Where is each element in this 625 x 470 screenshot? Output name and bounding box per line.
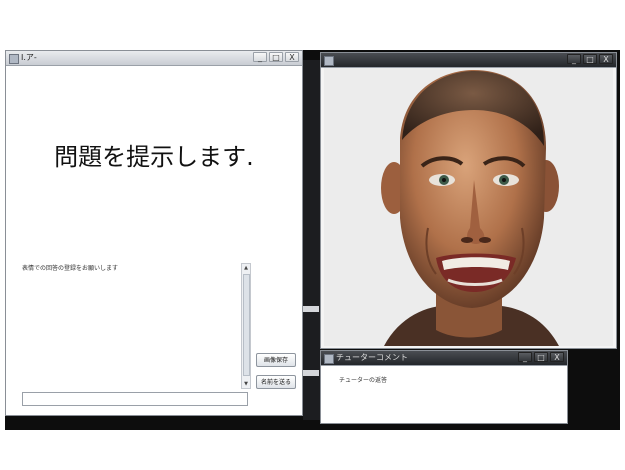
window-divider bbox=[303, 60, 320, 420]
comment-window: チューターコメント _ □ X チューターの返答 bbox=[320, 350, 568, 424]
maximize-button[interactable]: □ bbox=[269, 52, 283, 62]
minimize-button[interactable]: _ bbox=[253, 52, 267, 62]
log-scrollbar[interactable]: ▲ ▼ bbox=[241, 263, 251, 389]
face-window-titlebar[interactable]: _ □ X bbox=[321, 53, 616, 68]
divider-highlight bbox=[303, 370, 319, 376]
close-button[interactable]: X bbox=[550, 352, 564, 362]
problem-heading: 問題を提示します. bbox=[54, 143, 254, 171]
maximize-button[interactable]: □ bbox=[534, 352, 548, 362]
face-window: _ □ X bbox=[320, 52, 617, 349]
minimize-button[interactable]: _ bbox=[567, 54, 581, 64]
problem-window-title: Ⅰ.ア- bbox=[21, 53, 37, 62]
close-button[interactable]: X bbox=[599, 54, 613, 64]
problem-window: Ⅰ.ア- _ □ X 問題を提示します. 表情での回答の登録をお願いします ▲ … bbox=[5, 50, 303, 416]
smiling-face-icon bbox=[324, 68, 613, 346]
scroll-down-arrow-icon[interactable]: ▼ bbox=[242, 380, 250, 388]
app-icon bbox=[324, 56, 334, 66]
comment-window-titlebar[interactable]: チューターコメント _ □ X bbox=[321, 351, 567, 366]
answer-input[interactable] bbox=[22, 392, 248, 406]
log-text-area[interactable]: 表情での回答の登録をお願いします bbox=[16, 261, 248, 389]
scroll-up-arrow-icon[interactable]: ▲ bbox=[242, 264, 250, 272]
scroll-thumb[interactable] bbox=[243, 274, 250, 376]
problem-window-titlebar[interactable]: Ⅰ.ア- _ □ X bbox=[6, 51, 302, 66]
log-message: 表情での回答の登録をお願いします bbox=[22, 265, 119, 272]
divider-highlight bbox=[303, 306, 319, 312]
comment-text: チューターの返答 bbox=[339, 377, 388, 384]
app-icon bbox=[324, 354, 334, 364]
app-icon bbox=[9, 54, 19, 64]
close-button[interactable]: X bbox=[285, 52, 299, 62]
minimize-button[interactable]: _ bbox=[518, 352, 532, 362]
face-view bbox=[324, 68, 613, 346]
send-name-button[interactable]: 名前を送る bbox=[256, 375, 296, 389]
comment-window-title: チューターコメント bbox=[336, 353, 408, 362]
save-image-button[interactable]: 画像保存 bbox=[256, 353, 296, 367]
maximize-button[interactable]: □ bbox=[583, 54, 597, 64]
